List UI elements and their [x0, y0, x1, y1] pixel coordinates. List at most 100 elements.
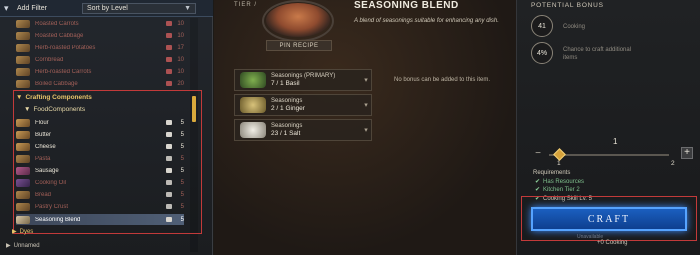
- item-qty: 5: [180, 191, 184, 198]
- category-dyes[interactable]: ▶ Dyes: [12, 228, 33, 236]
- item-qty: 5: [180, 216, 184, 223]
- item-name: Herb-roasted Carrots: [35, 68, 92, 75]
- bonus-text: Cooking: [563, 24, 586, 30]
- item-qty: 5: [180, 203, 184, 210]
- resource-icon: [166, 144, 172, 149]
- list-item[interactable]: Cornbread 10: [16, 54, 184, 65]
- food-thumbnail: [16, 67, 30, 76]
- recipe-description: A blend of seasonings suitable for enhan…: [354, 18, 499, 24]
- subcategory-label: FoodComponents: [33, 106, 86, 113]
- ingredient-label: Seasonings (PRIMARY): [271, 73, 336, 79]
- pin-recipe-button[interactable]: PIN RECIPE: [266, 40, 332, 51]
- item-name: Cooking Oil: [35, 179, 67, 186]
- item-qty: 17: [177, 44, 184, 51]
- list-item[interactable]: Bread 5: [16, 189, 184, 200]
- list-item[interactable]: Roasted Cabbage 10: [16, 30, 184, 41]
- slider-max: 2: [671, 160, 675, 167]
- item-name: Flour: [35, 119, 49, 126]
- quantity-value: 1: [613, 137, 618, 146]
- increase-button[interactable]: +: [681, 147, 693, 159]
- list-item[interactable]: Flour 5: [16, 117, 184, 128]
- resource-icon: [166, 132, 172, 137]
- list-item[interactable]: Butter 5: [16, 129, 184, 140]
- add-filter-button[interactable]: ▾ Add Filter: [4, 3, 66, 14]
- food-thumbnail: [16, 118, 30, 127]
- item-name: Cornbread: [35, 56, 64, 63]
- filter-icon: ▾: [4, 3, 9, 13]
- craft-button[interactable]: CRAFT: [531, 207, 687, 231]
- item-qty: 10: [177, 32, 184, 39]
- list-item[interactable]: Boiled Cabbage 20: [16, 78, 184, 89]
- bonus-circle: 41: [531, 15, 553, 37]
- item-name: Cheese: [35, 143, 56, 150]
- item-qty: 10: [177, 20, 184, 27]
- food-thumbnail: [16, 43, 30, 52]
- resource-icon: [166, 156, 172, 161]
- list-item[interactable]: Cooking Oil 5: [16, 177, 184, 188]
- ingredient-text: Seasonings 23 / 1 Salt: [271, 122, 361, 138]
- ingredient-slot[interactable]: Seasonings 2 / 1 Ginger ▾: [234, 94, 372, 116]
- food-thumbnail: [16, 130, 30, 139]
- potential-bonus-title: POTENTIAL BONUS: [531, 2, 604, 9]
- resource-icon: [166, 217, 172, 222]
- missing-resource-icon: [166, 21, 172, 26]
- list-item[interactable]: Sausage 5: [16, 165, 184, 176]
- food-thumbnail: [16, 19, 30, 28]
- food-thumbnail: [16, 142, 30, 151]
- collapse-arrow-icon: ▼: [24, 106, 31, 113]
- ingredient-label: Seasonings: [271, 123, 303, 129]
- list-item[interactable]: Roasted Carrots 10: [16, 18, 184, 29]
- ingredient-slot[interactable]: Seasonings 23 / 1 Salt ▾: [234, 119, 372, 141]
- craft-panel: POTENTIAL BONUS 41 Cooking 4% Chance to …: [516, 0, 700, 255]
- food-thumbnail: [16, 202, 30, 211]
- chevron-down-icon: ▾: [364, 77, 368, 84]
- list-item[interactable]: Herb-roasted Carrots 10: [16, 66, 184, 77]
- category-crafting-components[interactable]: ▼ Crafting Components: [16, 94, 92, 101]
- recipe-list-panel: ▾ Add Filter Sort by Level ▼ Roasted Car…: [0, 0, 213, 255]
- ingredient-amount: 2 / 1 Ginger: [271, 105, 305, 112]
- ingredient-text: Seasonings (PRIMARY) 7 / 1 Basil: [271, 72, 361, 88]
- ingredient-text: Seasonings 2 / 1 Ginger: [271, 97, 361, 113]
- no-bonus-text: No bonus can be added to this item.: [394, 77, 491, 83]
- quantity-slider[interactable]: [549, 154, 669, 156]
- missing-resource-icon: [166, 57, 172, 62]
- recipe-title: SEASONING BLEND: [354, 0, 459, 11]
- food-thumbnail: [16, 166, 30, 175]
- category-unnamed[interactable]: ▶ Unnamed: [6, 242, 40, 250]
- add-filter-label: Add Filter: [17, 5, 47, 12]
- food-thumbnail: [16, 154, 30, 163]
- collapse-arrow-icon: ▼: [16, 94, 23, 101]
- category-label: Crafting Components: [25, 94, 92, 101]
- list-item-selected[interactable]: Seasoning Blend 5: [16, 214, 184, 225]
- basil-icon: [240, 72, 266, 88]
- requirement-item: ✔ Has Resources: [535, 178, 584, 186]
- item-name: Boiled Cabbage: [35, 80, 78, 87]
- subcategory-food-components[interactable]: ▼ FoodComponents: [24, 106, 85, 113]
- expand-arrow-icon: ▶: [6, 243, 11, 249]
- resource-icon: [166, 204, 172, 209]
- list-item[interactable]: Pasta 5: [16, 153, 184, 164]
- item-qty: 5: [180, 119, 184, 126]
- item-qty: 5: [180, 131, 184, 138]
- item-qty: 5: [180, 167, 184, 174]
- list-item[interactable]: Cheese 5: [16, 141, 184, 152]
- requirement-item: ✔ Kitchen Tier 2: [535, 186, 580, 194]
- list-item[interactable]: Herb-roasted Potatoes 17: [16, 42, 184, 53]
- missing-resource-icon: [166, 81, 172, 86]
- item-name: Butter: [35, 131, 52, 138]
- chevron-down-icon: ▾: [364, 102, 368, 109]
- item-qty: 20: [177, 80, 184, 87]
- decrease-button[interactable]: −: [533, 149, 543, 159]
- item-name: Bread: [35, 191, 52, 198]
- resource-icon: [166, 120, 172, 125]
- sort-dropdown[interactable]: Sort by Level ▼: [82, 3, 196, 14]
- list-item[interactable]: Pastry Crust 5: [16, 201, 184, 212]
- ingredient-slot[interactable]: Seasonings (PRIMARY) 7 / 1 Basil ▾: [234, 69, 372, 91]
- slider-min: 1: [557, 160, 561, 167]
- item-qty: 5: [180, 179, 184, 186]
- missing-resource-icon: [166, 69, 172, 74]
- slider-thumb[interactable]: [553, 148, 566, 161]
- resource-icon: [166, 180, 172, 185]
- food-thumbnail: [16, 190, 30, 199]
- missing-resource-icon: [166, 45, 172, 50]
